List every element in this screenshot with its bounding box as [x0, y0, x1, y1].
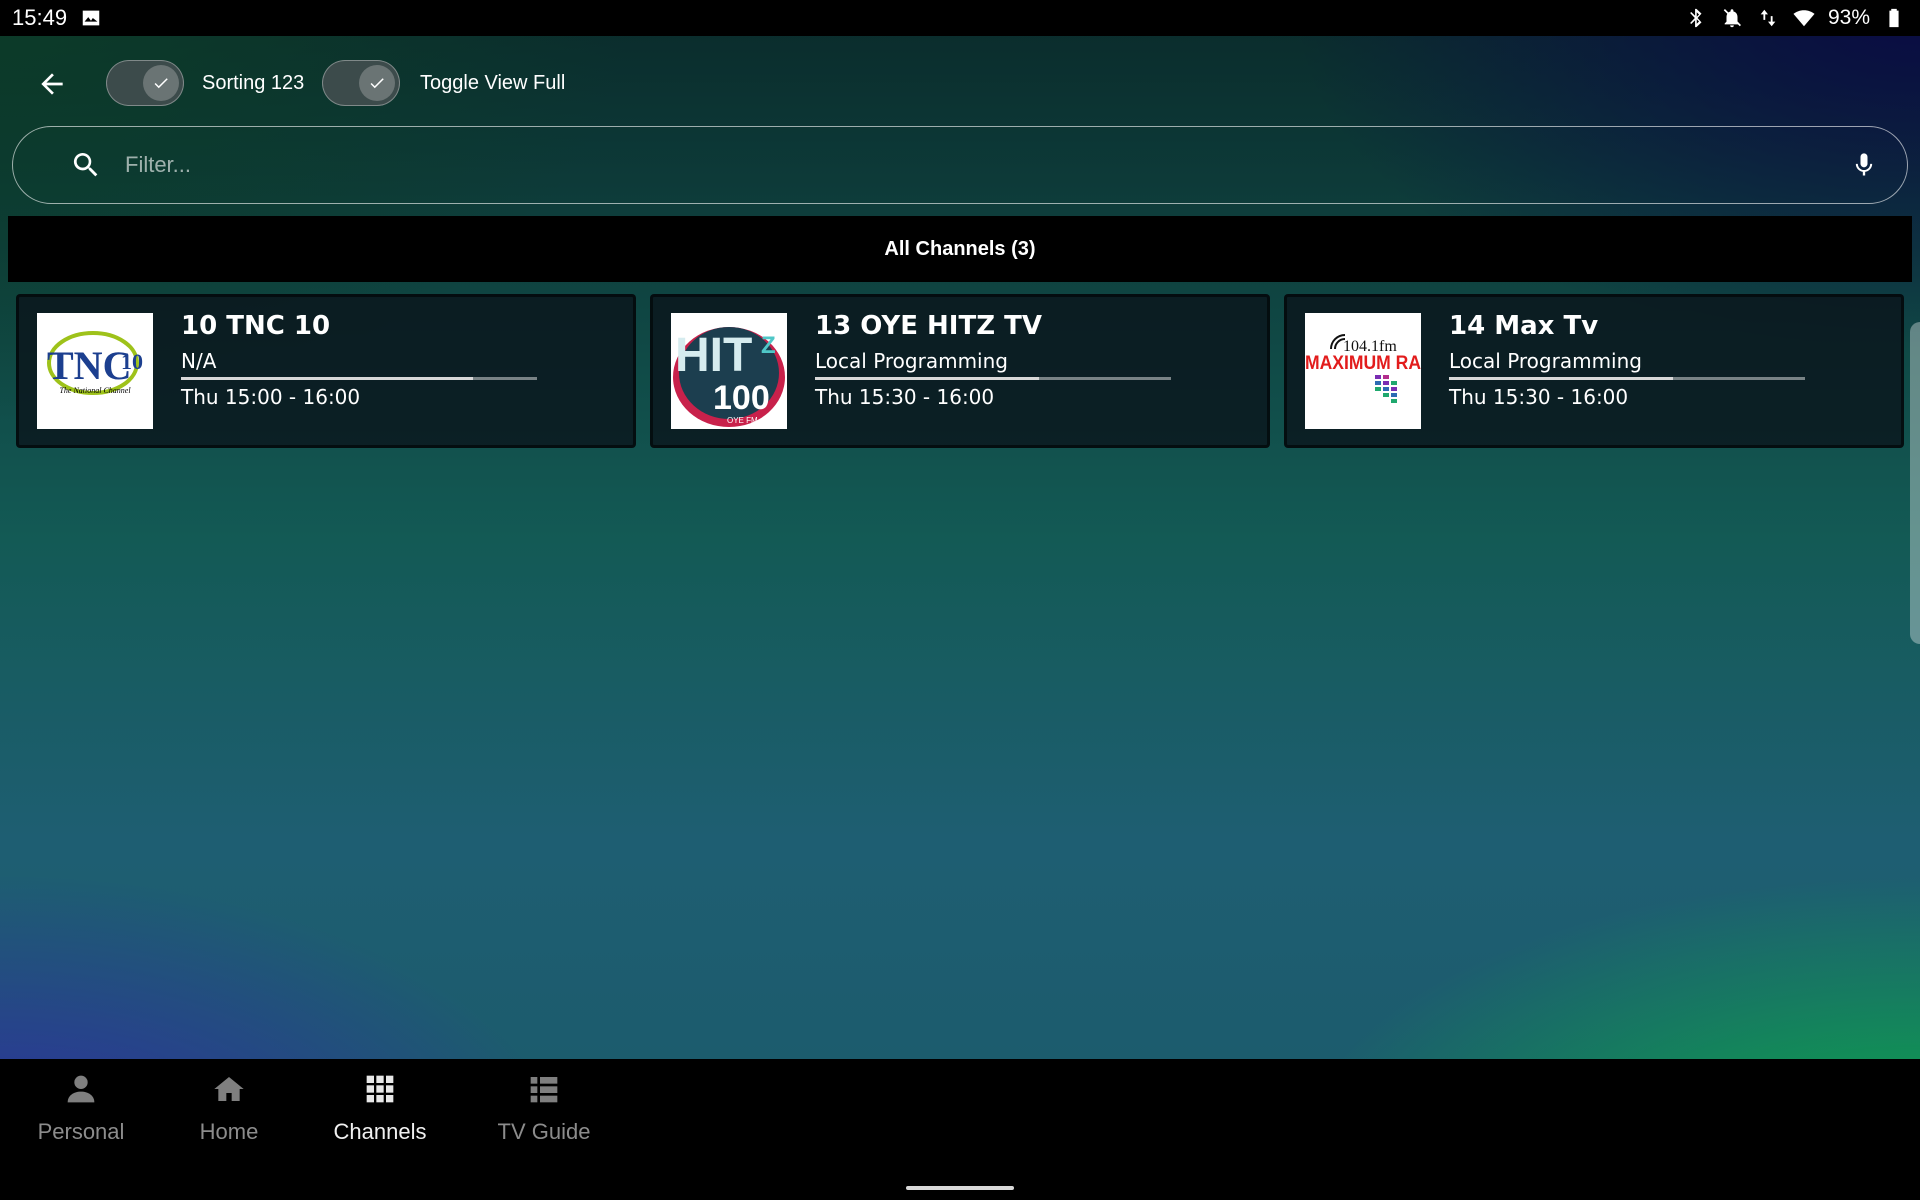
notifications-off-icon	[1720, 6, 1744, 30]
channel-progress	[815, 377, 1171, 380]
channel-title: 10 TNC 10	[181, 311, 331, 341]
channel-title: 14 Max Tv	[1449, 311, 1599, 341]
svg-text:TNC: TNC	[47, 343, 131, 388]
svg-text:Z: Z	[761, 332, 776, 359]
status-right: 93%	[1684, 6, 1906, 30]
channel-progress-fill	[815, 377, 1040, 380]
nav-label: Personal	[37, 1119, 125, 1144]
svg-text:MAXIMUM RA: MAXIMUM RA	[1305, 353, 1421, 374]
bottom-nav: Personal Home Channels TV Guide	[0, 1059, 1920, 1200]
home-icon	[211, 1071, 247, 1107]
back-button[interactable]	[28, 60, 76, 108]
status-time: 15:49	[12, 5, 68, 30]
section-header: All Channels (3)	[8, 216, 1912, 282]
channel-time: Thu 15:30 - 16:00	[1449, 385, 1629, 409]
check-icon	[154, 78, 168, 89]
home-indicator[interactable]	[906, 1186, 1014, 1190]
svg-text:100: 100	[713, 379, 770, 417]
channel-progress	[181, 377, 537, 380]
nav-item-tv-guide[interactable]: TV Guide	[469, 1071, 619, 1171]
channel-program: Local Programming	[815, 349, 1008, 373]
channel-progress-fill	[181, 377, 473, 380]
channel-program: N/A	[181, 349, 217, 373]
filter-input[interactable]	[125, 143, 1847, 187]
wifi-icon	[1792, 6, 1816, 30]
channel-list: TNC 10 The National Channel 10 TNC 10 N/…	[16, 294, 1904, 450]
edge-scroll-handle[interactable]	[1910, 322, 1920, 644]
battery-percent: 93%	[1827, 6, 1870, 29]
nav-item-personal[interactable]: Personal	[6, 1071, 156, 1171]
sorting-toggle-track[interactable]	[106, 60, 184, 106]
channel-time: Thu 15:30 - 16:00	[815, 385, 995, 409]
toggle-view-track[interactable]	[322, 60, 400, 106]
nav-label: TV Guide	[497, 1119, 591, 1144]
channel-time: Thu 15:00 - 16:00	[181, 385, 361, 409]
channel-progress-fill	[1449, 377, 1674, 380]
nav-label: Home	[199, 1119, 259, 1144]
status-bar: 15:49 93%	[0, 0, 1920, 36]
channel-logo-hitz: HIT Z 100 OYE FM	[671, 313, 787, 429]
toggle-view-label: Toggle View Full	[420, 71, 566, 94]
sorting-toggle[interactable]: Sorting 123	[106, 58, 304, 108]
channel-title: 13 OYE HITZ TV	[815, 311, 1042, 341]
svg-text:10: 10	[121, 349, 143, 374]
status-left: 15:49	[12, 5, 103, 31]
battery-icon	[1882, 6, 1906, 30]
back-arrow-icon	[41, 73, 63, 95]
search-icon	[69, 148, 103, 182]
svg-text:The National Channel: The National Channel	[59, 386, 131, 395]
channel-progress	[1449, 377, 1805, 380]
toggle-view-knob	[359, 65, 395, 101]
channel-card[interactable]: TNC 10 The National Channel 10 TNC 10 N/…	[16, 294, 636, 448]
nav-item-channels[interactable]: Channels	[305, 1071, 455, 1171]
person-icon	[63, 1071, 99, 1107]
channel-program: Local Programming	[1449, 349, 1642, 373]
svg-text:OYE FM: OYE FM	[727, 416, 758, 425]
svg-text:HIT: HIT	[675, 329, 752, 382]
search-bar[interactable]	[12, 126, 1908, 204]
grid-icon	[362, 1071, 398, 1107]
nav-label: Channels	[333, 1119, 427, 1144]
channel-logo-max: 104.1fm MAXIMUM RA	[1305, 313, 1421, 429]
channel-card[interactable]: HIT Z 100 OYE FM 13 OYE HITZ TV Local Pr…	[650, 294, 1270, 448]
list-icon	[526, 1071, 562, 1107]
section-title: All Channels (3)	[884, 237, 1036, 260]
nav-item-home[interactable]: Home	[154, 1071, 304, 1171]
sorting-toggle-label: Sorting 123	[202, 71, 305, 94]
mic-icon[interactable]	[1847, 148, 1881, 182]
image-icon	[79, 6, 103, 30]
data-arrows-icon	[1756, 6, 1780, 30]
bluetooth-icon	[1684, 6, 1708, 30]
check-icon	[370, 78, 384, 89]
channel-card[interactable]: 104.1fm MAXIMUM RA 14 Max Tv Local Progr…	[1284, 294, 1904, 448]
toggle-view-switch[interactable]: Toggle View Full	[322, 58, 565, 108]
sorting-toggle-knob	[143, 65, 179, 101]
channel-logo-tnc: TNC 10 The National Channel	[37, 313, 153, 429]
